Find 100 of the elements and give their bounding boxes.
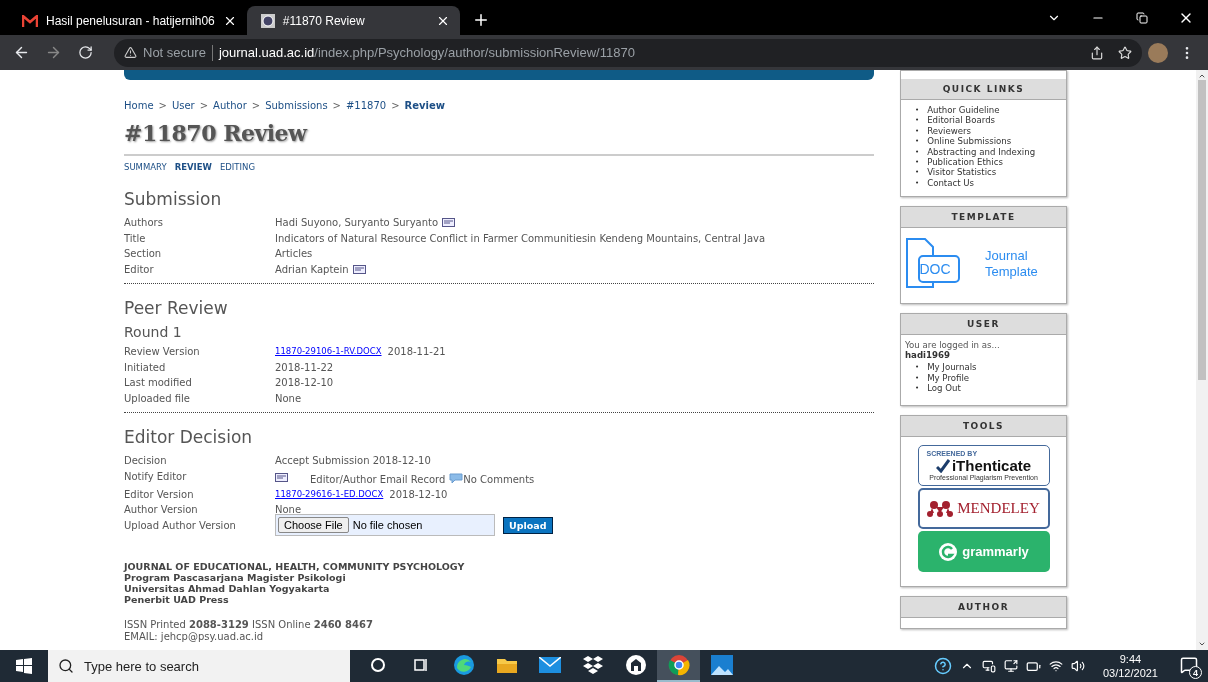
field-label: Last modified <box>124 376 193 390</box>
browser-tab[interactable]: Hasil penelusuran - hatijernih06 <box>8 6 247 35</box>
search-icon <box>58 658 74 674</box>
quick-link[interactable]: Online Submissions <box>927 136 1012 147</box>
page-tab[interactable]: EDITING <box>219 162 255 172</box>
task-view-icon <box>412 657 429 673</box>
restore-icon[interactable] <box>1136 11 1148 24</box>
file-status: No file chosen <box>352 518 423 531</box>
username: hadi1969 <box>904 350 951 361</box>
help-icon[interactable] <box>933 657 952 675</box>
breadcrumb-link[interactable]: Submissions <box>265 100 328 111</box>
breadcrumb-link[interactable]: #11870 <box>346 100 387 111</box>
share-icon[interactable] <box>1090 45 1104 60</box>
field-value: 2018-11-22 <box>275 360 334 375</box>
file-date: 2018-12-10 <box>389 487 448 502</box>
account-link[interactable]: Log Out <box>927 383 961 394</box>
field-label: Upload Author Version <box>124 518 237 533</box>
section-heading: Peer Review <box>124 298 229 318</box>
file-input[interactable]: Choose File No file chosen <box>275 513 495 536</box>
quick-link[interactable]: Reviewers <box>927 125 972 137</box>
scroll-up-icon[interactable] <box>1198 72 1206 80</box>
page-tab[interactable]: REVIEW <box>174 162 212 172</box>
email-text: EMAIL: jehcp@psy.uad.ac.id <box>124 630 265 643</box>
field-value: Indicators of Natural Resource Conflict in Farmer Communitiesin Kendeng Mountains, Central Java <box>275 231 766 246</box>
scroll-down-icon[interactable] <box>1198 640 1206 648</box>
field-label: Notify Editor <box>124 469 188 484</box>
security-label: Not secure <box>143 45 206 60</box>
field-label: Title <box>124 231 147 246</box>
block-header: AUTHOR <box>901 597 1066 619</box>
field-label: Decision <box>124 454 168 468</box>
breadcrumb-link[interactable]: Home <box>124 100 154 111</box>
windows-logo-icon <box>16 658 32 674</box>
breadcrumb-link[interactable]: Review <box>404 100 446 111</box>
address-bar[interactable]: Not secure journal.uad.ac.id/index.php/Psychology/author/submissionReview/11870 <box>114 38 1142 67</box>
notifications-button[interactable]: 4 <box>1176 653 1202 679</box>
section-heading: Submission <box>124 189 223 209</box>
field-value: Articles <box>275 247 313 261</box>
upload-button[interactable]: Upload <box>503 517 553 534</box>
account-link[interactable]: My Journals <box>927 362 977 373</box>
bookmark-star-icon[interactable] <box>1118 45 1132 60</box>
block-header: QUICK LINKS <box>901 79 1066 100</box>
footer-line: JOURNAL OF EDUCATIONAL, HEALTH, COMMUNITY PSYCHOLOGY <box>124 560 466 572</box>
wifi-icon[interactable] <box>1048 659 1063 673</box>
breadcrumb-separator: > <box>251 100 261 111</box>
file-link[interactable]: 11870-29616-1-ED.DOCX <box>275 486 384 502</box>
quick-link[interactable]: Contact Us <box>927 177 975 189</box>
chrome-icon <box>667 654 690 676</box>
mendeley-logo[interactable]: MENDELEY <box>917 488 1050 530</box>
quick-link[interactable]: Editorial Boards <box>927 115 996 126</box>
breadcrumb-separator: > <box>158 100 167 111</box>
quick-link[interactable]: Author Guideline <box>927 105 1000 116</box>
block-header: TEMPLATE <box>901 207 1066 229</box>
device-icon[interactable] <box>981 659 996 673</box>
account-link[interactable]: My Profile <box>927 372 970 384</box>
breadcrumb-link[interactable]: User <box>171 100 195 111</box>
doc-label: DOC <box>919 261 951 278</box>
field-label: Author Version <box>124 503 199 517</box>
envelope-icon <box>442 218 456 227</box>
comment-status: No Comments <box>463 472 535 487</box>
screen-icon[interactable] <box>1003 659 1018 673</box>
page-title: #11870 Review <box>124 120 309 146</box>
field-label: Editor <box>124 262 155 277</box>
email-record-link[interactable]: Editor/Author Email Record <box>310 471 446 487</box>
field-value: None <box>275 391 302 406</box>
scrollbar[interactable] <box>1196 70 1208 650</box>
field-label: Editor Version <box>124 487 195 502</box>
field-label: Authors <box>124 216 164 230</box>
block-header: TOOLS <box>901 416 1066 438</box>
circle-icon <box>369 657 386 673</box>
mail-icon <box>22 14 38 27</box>
field-value: Accept Submission 2018-12-10 <box>275 454 431 468</box>
breadcrumb-link[interactable]: Author <box>213 100 247 111</box>
comment-icon <box>449 472 464 483</box>
dropbox-icon <box>581 655 604 675</box>
quick-link[interactable]: Publication Ethics <box>927 157 1003 168</box>
speaker-icon[interactable] <box>1070 659 1085 673</box>
browser-tab[interactable]: #11870 Review <box>246 6 460 35</box>
landscape-icon <box>710 655 733 675</box>
profile-avatar[interactable] <box>1148 42 1168 63</box>
folder-icon <box>495 656 518 674</box>
reload-icon[interactable] <box>77 45 93 60</box>
quick-link[interactable]: Visitor Statistics <box>927 167 997 178</box>
file-date: 2018-11-21 <box>387 345 446 359</box>
warning-icon <box>124 46 137 59</box>
template-link[interactable]: Journal Template <box>985 247 1038 280</box>
page-tab[interactable]: SUMMARY <box>124 162 167 172</box>
quick-link[interactable]: Abstracting and Indexing <box>927 146 1036 158</box>
emblem-icon <box>260 13 275 28</box>
envelope-icon <box>352 264 366 274</box>
choose-file-button[interactable]: Choose File <box>278 516 349 533</box>
issn-text: ISSN Printed 2088-3129 ISSN Online 2460 8467 <box>124 618 374 631</box>
round-heading: Round 1 <box>124 324 183 340</box>
clock[interactable]: 9:44 03/12/2021 <box>1102 652 1158 680</box>
envelope-icon <box>275 473 288 482</box>
footer-line: Penerbit UAD Press <box>124 593 230 605</box>
taskbar-search-field[interactable]: Type here to search <box>48 650 350 682</box>
file-link[interactable]: 11870-29106-1-RV.DOCX <box>275 344 382 359</box>
footer-line: Universitas Ahmad Dahlan Yogyakarta <box>124 582 330 594</box>
field-label: Review Version <box>124 345 201 359</box>
field-label: Uploaded file <box>124 391 191 406</box>
